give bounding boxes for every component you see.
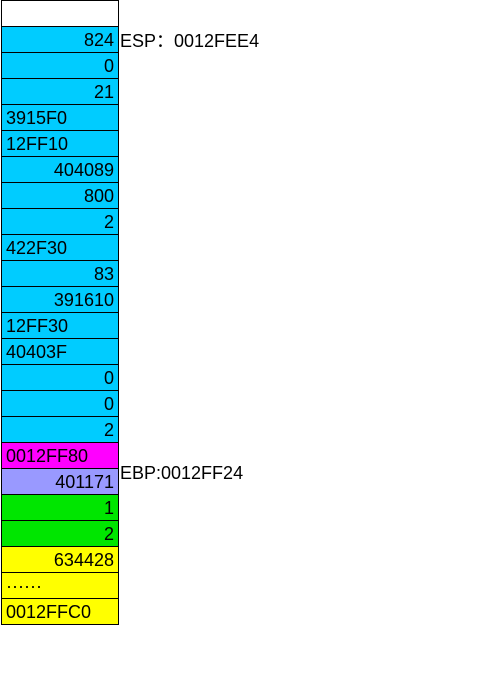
stack-cell: 634428 (2, 547, 118, 573)
esp-label: ESP：0012FEE4 (120, 28, 259, 54)
stack-column: 8240213915F012FF104040898002422F30833916… (1, 0, 119, 625)
stack-cell: 0 (2, 53, 118, 79)
stack-cell (2, 1, 118, 27)
stack-cell: 824 (2, 27, 118, 53)
stack-cell: 12FF30 (2, 313, 118, 339)
diagram-canvas: 8240213915F012FF104040898002422F30833916… (0, 0, 502, 680)
stack-cell: 391610 (2, 287, 118, 313)
stack-cell: 2 (2, 209, 118, 235)
stack-cell: 3915F0 (2, 105, 118, 131)
stack-cell: 1 (2, 495, 118, 521)
stack-cell: 800 (2, 183, 118, 209)
stack-cell: 404089 (2, 157, 118, 183)
stack-cell: 83 (2, 261, 118, 287)
stack-cell: 0 (2, 391, 118, 417)
stack-cell: 40403F (2, 339, 118, 365)
ebp-label: EBP:0012FF24 (120, 460, 243, 486)
stack-cell: 0 (2, 365, 118, 391)
stack-cell: ······ (2, 573, 118, 599)
stack-cell: 2 (2, 521, 118, 547)
stack-cell: 0012FFC0 (2, 599, 118, 625)
stack-cell: 0012FF80 (2, 443, 118, 469)
stack-cell: 401171 (2, 469, 118, 495)
stack-cell: 2 (2, 417, 118, 443)
stack-cell: 21 (2, 79, 118, 105)
stack-cell: 12FF10 (2, 131, 118, 157)
stack-cell: 422F30 (2, 235, 118, 261)
